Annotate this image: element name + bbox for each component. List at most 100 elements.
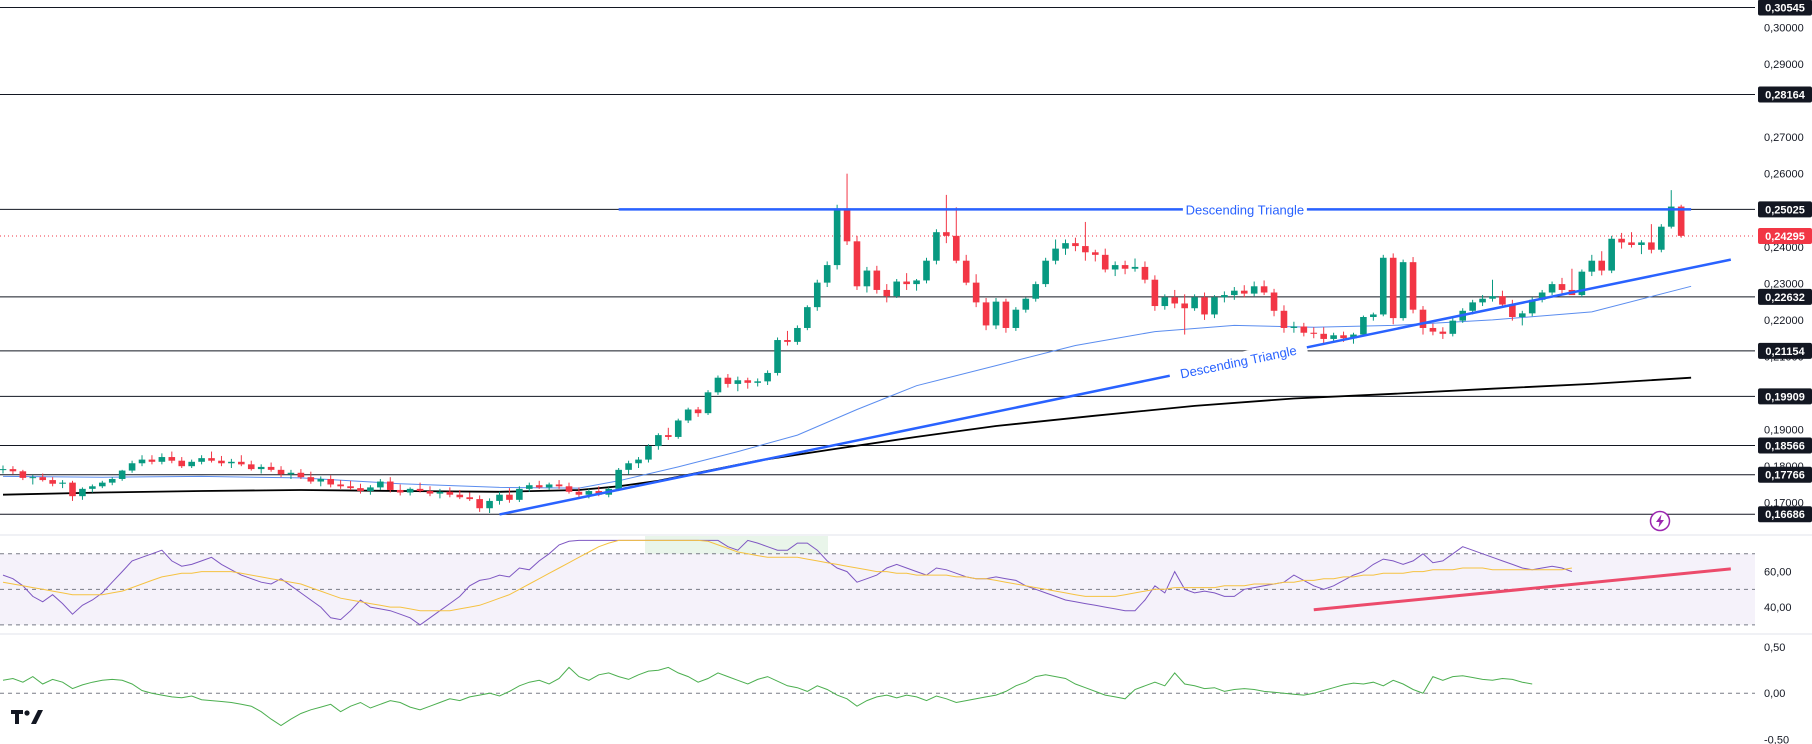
momentum-line — [2, 666, 1533, 727]
candle-body — [1399, 262, 1407, 319]
candle-body — [118, 470, 126, 479]
candle-body — [1300, 326, 1308, 333]
chart-canvas[interactable]: 0,170000,180000,190000,200000,210000,220… — [0, 0, 1812, 744]
candle-body — [1548, 284, 1556, 293]
candle-body — [188, 461, 195, 467]
sma50-line — [2, 285, 1692, 489]
candle-body — [1310, 332, 1318, 334]
candle-body — [1658, 226, 1665, 250]
candle-body — [883, 289, 891, 297]
lightning-alert-icon[interactable] — [1649, 510, 1671, 532]
candle-body — [446, 491, 454, 495]
candle-body — [992, 301, 1000, 326]
logo-stem — [15, 710, 19, 724]
level-tag-label: 0,18566 — [1765, 440, 1805, 452]
candle-body — [99, 482, 106, 487]
candle-body — [287, 472, 295, 475]
level-tag-label: 0,21154 — [1765, 346, 1805, 358]
candle-body — [853, 241, 861, 287]
chart-root: 0,170000,180000,190000,200000,210000,220… — [0, 0, 1812, 744]
candle-body — [1360, 317, 1367, 335]
candle-body — [1558, 284, 1566, 290]
candle-body — [476, 499, 483, 509]
candle-body — [168, 457, 176, 461]
candle-body — [506, 494, 513, 500]
candle-body — [962, 260, 970, 283]
candle-body — [516, 488, 523, 500]
candle-body — [1479, 298, 1486, 303]
candle-body — [1469, 302, 1476, 311]
candle-body — [535, 485, 543, 488]
candle-body — [972, 282, 980, 303]
price-axis-tick: 0,22000 — [1764, 315, 1804, 327]
candle-body — [1270, 292, 1278, 311]
candle-body — [784, 340, 791, 342]
level-tag-label: 0,16686 — [1765, 509, 1805, 521]
level-tag-label: 0,17766 — [1765, 470, 1805, 482]
candle-body — [1082, 246, 1089, 253]
candle-body — [1260, 286, 1268, 293]
candle-body — [327, 478, 334, 485]
logo-dot — [24, 710, 30, 716]
support-trendline — [499, 258, 1732, 516]
candle-body — [1588, 260, 1596, 272]
candle-body — [69, 482, 76, 497]
candle-body — [29, 477, 37, 479]
candle-body — [1240, 290, 1248, 294]
candle-body — [1181, 303, 1188, 309]
candle-body — [1499, 296, 1506, 305]
candle-body — [1389, 257, 1397, 319]
tradingview-logo-icon[interactable] — [10, 707, 46, 727]
candle-body — [764, 372, 771, 382]
candle-body — [1101, 254, 1109, 270]
candle-body — [684, 409, 692, 421]
level-tag-label: 0,30545 — [1765, 2, 1805, 14]
candle-body — [694, 409, 702, 414]
candle-body — [525, 485, 533, 489]
candle-body — [585, 491, 593, 495]
candle-body — [9, 469, 17, 472]
candle-body — [247, 464, 255, 470]
candle-body — [615, 469, 622, 489]
candle-body — [1171, 297, 1179, 304]
candle-body — [1111, 265, 1119, 270]
candle-body — [1638, 242, 1645, 245]
momentum-axis-tick: -0,50 — [1764, 734, 1789, 744]
candle-body — [655, 435, 662, 447]
rsi-axis-tick: 40,00 — [1764, 602, 1792, 614]
candle-body — [704, 392, 712, 414]
candle-body — [178, 460, 186, 467]
candle-body — [1201, 297, 1208, 315]
candle-body — [1598, 260, 1606, 271]
candle-body — [148, 459, 156, 462]
level-tag-label: 0,25025 — [1765, 204, 1805, 216]
candle-body — [357, 488, 364, 492]
candle-body — [1429, 327, 1437, 332]
candle-body — [158, 457, 166, 462]
candle-body — [337, 484, 344, 487]
candle-body — [933, 232, 940, 261]
candle-body — [138, 459, 146, 464]
candle-body — [982, 302, 990, 326]
price-axis-tick: 0,26000 — [1764, 169, 1804, 181]
candle-body — [1042, 260, 1049, 285]
candle-body — [625, 463, 632, 470]
candle-body — [386, 481, 394, 490]
candle-body — [1092, 252, 1099, 255]
candle-body — [416, 488, 424, 492]
price-axis-tick: 0,30000 — [1764, 22, 1804, 34]
rsi-axis-tick: 60,00 — [1764, 567, 1792, 579]
price-axis-tick: 0,29000 — [1764, 59, 1804, 71]
candle-body — [1439, 331, 1447, 334]
candle-body — [545, 484, 553, 488]
candle-body — [198, 458, 205, 462]
candle-body — [1330, 335, 1337, 339]
candle-body — [943, 232, 950, 236]
candle-body — [1280, 310, 1288, 328]
candle-body — [238, 461, 245, 465]
candle-body — [555, 484, 563, 487]
momentum-axis-tick: 0,00 — [1764, 688, 1785, 700]
candle-body — [456, 494, 464, 498]
candle-body — [833, 208, 841, 266]
candle-body — [128, 463, 136, 471]
